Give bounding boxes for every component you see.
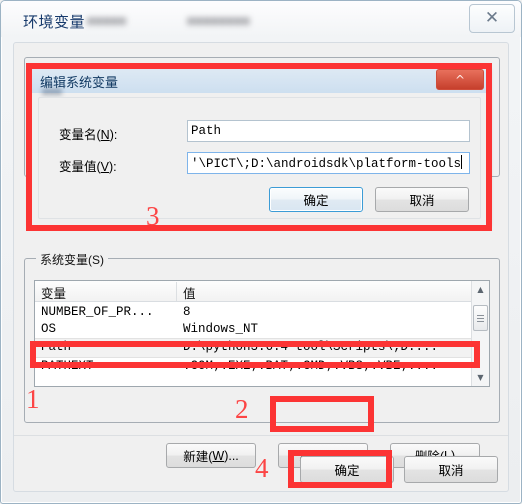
annotation-number-1: 1 bbox=[26, 384, 40, 414]
ok-button[interactable]: 确定 bbox=[300, 456, 394, 483]
edit-system-variable-dialog: 编辑系统变量 ■■■ ^ 变量名(N): Path 变量值(V): '\PICT… bbox=[29, 66, 490, 226]
screenshot-root: 环境变量 ■■■■■ ■■■■■■■■ ✕ 的用户变量(U) 系统变量(S) 变… bbox=[0, 0, 522, 504]
table-row[interactable]: PATHEXT .COM;.EXE;.BAT;.CMD;.VBS;.VBE;..… bbox=[35, 358, 472, 376]
collapse-button[interactable]: ^ bbox=[436, 69, 484, 90]
edit-dialog-ok-button[interactable]: 确定 bbox=[269, 187, 363, 212]
close-icon: ✕ bbox=[484, 8, 500, 28]
scroll-up-icon[interactable]: ▲ bbox=[472, 281, 489, 298]
variable-value-input[interactable]: '\PICT\;D:\androidsdk\platform-tools bbox=[187, 152, 470, 174]
new-variable-accel: W bbox=[212, 448, 225, 463]
row-variable-name: OS bbox=[41, 322, 57, 336]
row-variable-value: Windows_NT bbox=[183, 322, 259, 336]
edit-dialog-titlebar: 编辑系统变量 ■■■ ^ bbox=[30, 67, 489, 98]
list-header: 变量 值 bbox=[35, 281, 489, 302]
row-variable-name: NUMBER_OF_PR... bbox=[41, 305, 154, 319]
row-variable-value: D:\python3.6.4-tool\Scripts\;D:... bbox=[183, 340, 439, 354]
grip-icon bbox=[477, 313, 484, 324]
cancel-button-label: 取消 bbox=[438, 464, 464, 478]
table-row[interactable]: OS Windows_NT bbox=[35, 321, 472, 339]
environment-variables-window: 环境变量 ■■■■■ ■■■■■■■■ ✕ 的用户变量(U) 系统变量(S) 变… bbox=[0, 0, 522, 504]
column-divider bbox=[176, 282, 177, 301]
system-variables-list[interactable]: 变量 值 NUMBER_OF_PR... 8 OS Windows_NT Pat… bbox=[34, 280, 490, 387]
window-titlebar: 环境变量 ■■■■■ ■■■■■■■■ ✕ bbox=[1, 1, 521, 37]
system-variables-legend: 系统变量(S) bbox=[36, 251, 108, 268]
scrollbar-thumb[interactable] bbox=[473, 305, 488, 331]
ok-button-label: 确定 bbox=[334, 464, 360, 478]
table-row-selected[interactable]: Path D:\python3.6.4-tool\Scripts\;D:... bbox=[35, 338, 472, 358]
row-variable-value: .COM;.EXE;.BAT;.CMD;.VBS;.VBE;.... bbox=[183, 359, 439, 373]
variable-name-label: 变量名(N): bbox=[59, 124, 117, 143]
blurred-title-text-b: ■■■■■■■■ bbox=[187, 13, 250, 28]
footer-divider bbox=[14, 435, 508, 436]
list-scrollbar[interactable]: ▲ ▼ bbox=[471, 281, 489, 386]
edit-dialog-body: 变量名(N): Path 变量值(V): '\PICT\;D:\androids… bbox=[38, 97, 481, 219]
variable-name-label-suffix: ): bbox=[109, 128, 118, 142]
edit-dialog-cancel-button[interactable]: 取消 bbox=[375, 187, 469, 212]
variable-name-value: Path bbox=[191, 124, 222, 138]
annotation-number-2: 2 bbox=[235, 394, 249, 424]
row-variable-name: PATHEXT bbox=[41, 359, 94, 373]
annotation-number-3: 3 bbox=[146, 201, 160, 231]
chevron-up-icon: ^ bbox=[454, 72, 466, 87]
close-button[interactable]: ✕ bbox=[469, 4, 515, 33]
column-header-value[interactable]: 值 bbox=[183, 283, 196, 302]
new-variable-label-prefix: 新建( bbox=[183, 450, 213, 464]
scroll-down-icon[interactable]: ▼ bbox=[472, 369, 489, 386]
text-caret bbox=[461, 155, 463, 169]
row-variable-name: Path bbox=[41, 340, 72, 354]
variable-name-label-prefix: 变量名( bbox=[59, 128, 101, 142]
variable-value-label-suffix: ): bbox=[109, 160, 117, 174]
variable-name-accel: N bbox=[100, 128, 110, 142]
column-header-variable[interactable]: 变量 bbox=[41, 283, 66, 302]
blurred-title-text-a: ■■■■■ bbox=[87, 13, 127, 28]
new-variable-button[interactable]: 新建(W)... bbox=[166, 443, 256, 468]
variable-name-input[interactable]: Path bbox=[187, 120, 470, 142]
table-row[interactable]: NUMBER_OF_PR... 8 bbox=[35, 304, 472, 322]
page-title: 环境变量 bbox=[23, 14, 86, 31]
edit-dialog-cancel-label: 取消 bbox=[409, 194, 435, 208]
variable-value-accel: V bbox=[100, 160, 110, 174]
new-variable-label-suffix: )... bbox=[224, 448, 239, 463]
variable-value-label: 变量值(V): bbox=[59, 156, 117, 175]
variable-value-label-prefix: 变量值( bbox=[59, 160, 101, 174]
row-variable-value: 8 bbox=[183, 305, 191, 319]
cancel-button[interactable]: 取消 bbox=[404, 456, 498, 483]
annotation-number-4: 4 bbox=[255, 453, 269, 483]
variable-value-value: '\PICT\;D:\androidsdk\platform-tools bbox=[191, 157, 462, 171]
edit-dialog-ok-label: 确定 bbox=[303, 194, 329, 208]
